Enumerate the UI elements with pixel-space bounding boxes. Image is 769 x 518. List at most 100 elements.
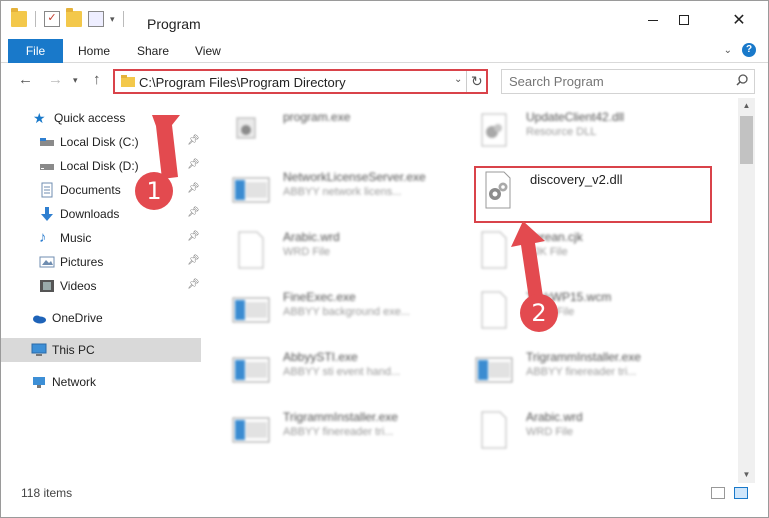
sidebar-item-label: Network (52, 375, 97, 389)
file-name: TrigrammInstaller.exe (526, 350, 641, 364)
file-item[interactable]: program.exe (231, 106, 451, 154)
sidebar-item-this-pc[interactable]: This PC (1, 338, 201, 362)
scroll-up-icon[interactable]: ▲ (738, 98, 755, 114)
expand-ribbon-chevron-icon[interactable]: ⌄ (724, 45, 732, 56)
toolbar-divider (35, 11, 36, 27)
file-item[interactable]: FineExec.exe ABBYY background exe... (231, 286, 451, 334)
tab-view[interactable]: View (195, 39, 221, 63)
sidebar-item-videos[interactable]: Videos (39, 274, 201, 298)
pin-icon[interactable]: 📌︎ (187, 279, 200, 290)
file-name: FineExec.exe (283, 290, 356, 304)
refresh-icon[interactable]: ↻ (471, 73, 483, 90)
sidebar-item-downloads[interactable]: Downloads (39, 202, 201, 226)
sidebar-item-documents[interactable]: Documents (39, 178, 201, 202)
file-item[interactable]: Arabic.wrd WRD File (474, 406, 694, 454)
new-folder-icon[interactable] (66, 8, 82, 27)
pin-icon[interactable]: 📌︎ (187, 135, 200, 146)
up-arrow-icon[interactable]: ↑ (93, 71, 101, 88)
sidebar-item-music[interactable]: ♪ Music (39, 226, 201, 250)
tab-file[interactable]: File (8, 39, 63, 63)
file-item[interactable]: AbbyySTI.exe ABBYY sti event hand... (231, 346, 451, 394)
file-item[interactable]: Arabic.wrd WRD File (231, 226, 451, 274)
computer-icon (31, 342, 47, 358)
help-icon[interactable]: ? (742, 43, 756, 57)
search-box[interactable] (501, 69, 755, 94)
close-icon: ✕ (732, 12, 746, 29)
address-dropdown-chevron-icon[interactable]: ⌄ (454, 74, 462, 85)
address-bar[interactable]: C:\Program Files\Program Directory ⌄ ↻ (113, 69, 488, 94)
pin-icon[interactable]: 📌︎ (187, 183, 200, 194)
pin-icon[interactable]: 📌︎ (187, 231, 200, 242)
generic-file-icon (481, 291, 507, 329)
dll-file-icon (481, 113, 507, 147)
callout-step-1: 1 (135, 172, 173, 210)
file-description: CJK File (526, 246, 568, 258)
sidebar-item-local-disk-c[interactable]: Local Disk (C:) (39, 130, 201, 154)
scroll-down-icon[interactable]: ▼ (738, 467, 755, 483)
tab-home[interactable]: Home (78, 39, 110, 63)
file-name: TrigrammInstaller.exe (283, 410, 398, 424)
forward-arrow-icon[interactable]: → (48, 71, 63, 88)
executable-file-icon (232, 417, 270, 443)
ribbon-tabs: File Home Share View ⌄ ? (1, 39, 768, 63)
large-icons-view-icon[interactable] (734, 487, 748, 499)
executable-file-icon (236, 117, 256, 139)
folder-icon (121, 75, 135, 87)
file-item[interactable]: Korean.cjk CJK File (474, 226, 694, 274)
star-icon: ★ (33, 110, 46, 126)
file-description: ABBYY finereader tri... (526, 366, 637, 378)
sidebar-item-label: This PC (52, 343, 95, 357)
toolbar-divider (122, 11, 124, 27)
search-icon[interactable] (736, 74, 748, 86)
properties-checkbox-icon[interactable]: ✓ (44, 11, 60, 27)
view-options-icon[interactable] (88, 11, 104, 27)
sidebar-item-label: Videos (60, 279, 97, 293)
executable-file-icon (475, 357, 513, 383)
close-button[interactable]: ✕ (716, 1, 762, 39)
sidebar-item-label: OneDrive (52, 311, 103, 325)
file-name: AbbyySTI.exe (283, 350, 358, 364)
executable-file-icon (232, 297, 270, 323)
tab-share[interactable]: Share (137, 39, 169, 63)
vertical-scrollbar[interactable]: ▲ ▼ (738, 98, 755, 483)
file-description: Resource DLL (526, 126, 597, 138)
customize-toolbar-chevron-icon[interactable]: ▾ (110, 14, 115, 25)
sidebar-item-onedrive[interactable]: OneDrive (31, 306, 201, 330)
recent-locations-chevron-icon[interactable]: ▾ (73, 75, 78, 86)
pin-icon[interactable]: 📌︎ (187, 255, 200, 266)
file-description: ABBYY background exe... (283, 306, 410, 318)
title-bar: ✓ ▾ Program ✕ (1, 1, 768, 39)
file-item[interactable]: UpdateClient42.dll Resource DLL (474, 106, 694, 154)
sidebar-item-local-disk-d[interactable]: Local Disk (D:) (39, 154, 201, 178)
window-title: Program (147, 16, 201, 32)
file-item[interactable]: TrigrammInstaller.exe ABBYY finereader t… (474, 346, 694, 394)
ribbon-right-controls: ⌄ ? (724, 43, 756, 57)
file-name: Arabic.wrd (526, 410, 583, 424)
maximize-button[interactable] (661, 1, 707, 39)
status-bar: 118 items (1, 483, 768, 505)
file-item[interactable]: TaskWP15.wcm WCM File (474, 286, 694, 334)
scroll-thumb[interactable] (740, 116, 753, 164)
file-list: program.exe UpdateClient42.dll Resource … (204, 98, 737, 481)
navigation-bar: ← → ▾ ↑ C:\Program Files\Program Directo… (1, 64, 768, 98)
address-path[interactable]: C:\Program Files\Program Directory (139, 75, 346, 90)
file-highlight-box (474, 166, 712, 223)
videos-icon (39, 278, 55, 294)
generic-file-icon (481, 411, 507, 449)
sidebar-item-label: Documents (60, 183, 121, 197)
folder-icon (11, 8, 27, 27)
sidebar-item-quick-access[interactable]: ★ Quick access (33, 106, 201, 130)
pin-icon[interactable]: 📌︎ (187, 207, 200, 218)
quick-access-toolbar: ✓ ▾ (11, 8, 126, 27)
file-item[interactable]: NetworkLicenseServer.exe ABBYY network l… (231, 166, 451, 214)
back-arrow-icon[interactable]: ← (18, 71, 33, 88)
pin-icon[interactable]: 📌︎ (187, 159, 200, 170)
sidebar-item-label: Music (60, 231, 92, 245)
search-input[interactable] (509, 74, 729, 89)
details-view-icon[interactable] (711, 487, 725, 499)
sidebar-item-pictures[interactable]: Pictures (39, 250, 201, 274)
maximize-icon (679, 15, 689, 25)
file-item[interactable]: TrigrammInstaller.exe ABBYY finereader t… (231, 406, 451, 454)
drive-icon (39, 158, 55, 174)
sidebar-item-network[interactable]: Network (31, 370, 201, 394)
